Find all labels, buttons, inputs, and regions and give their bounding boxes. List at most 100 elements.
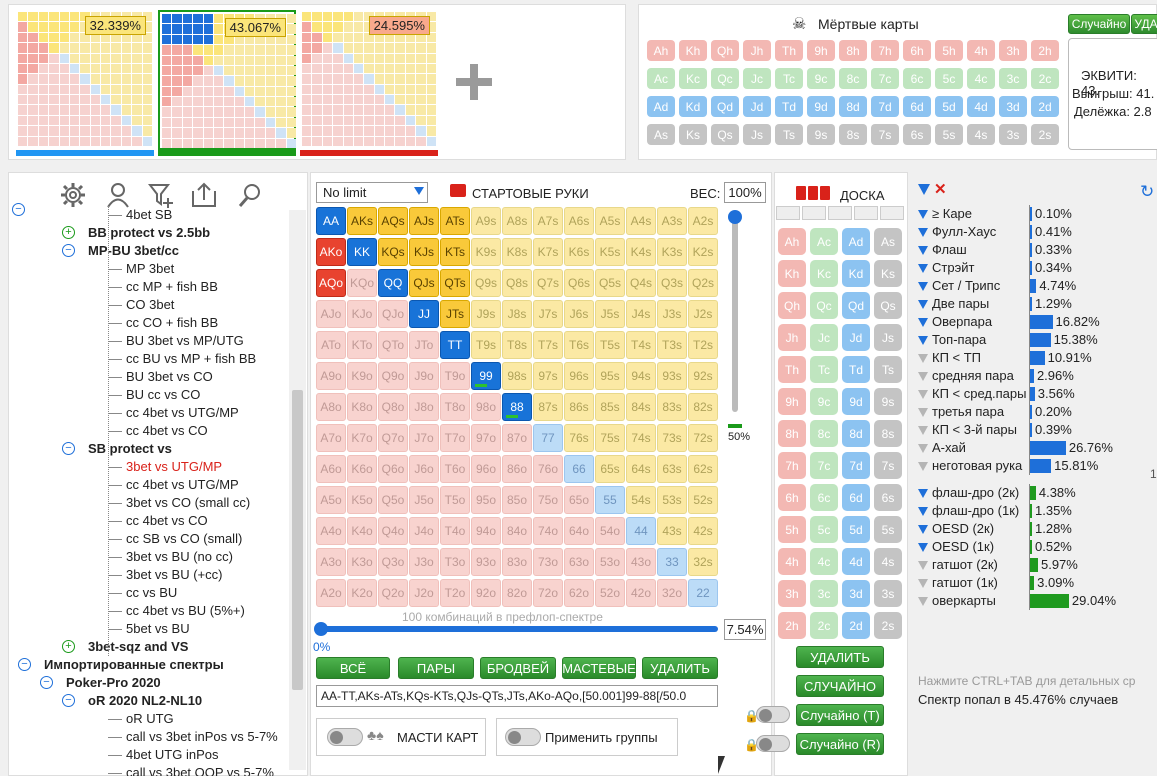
hand-cell[interactable]: 84o <box>502 517 532 545</box>
hand-cell[interactable]: 63o <box>564 548 594 576</box>
hand-cell[interactable]: A2o <box>316 579 346 607</box>
hand-cell[interactable]: QJo <box>378 300 408 328</box>
board-card[interactable]: 8s <box>874 420 902 447</box>
hand-cell[interactable]: K5s <box>595 238 625 266</box>
stat-row[interactable]: Две пары <box>918 295 989 313</box>
dead-card[interactable]: Ks <box>679 124 707 145</box>
hand-cell[interactable]: T6o <box>440 455 470 483</box>
hand-cell[interactable]: J8o <box>409 393 439 421</box>
board-card[interactable]: 3h <box>778 580 806 607</box>
stat-row[interactable]: КП < сред.пары <box>918 385 1026 403</box>
hand-cell[interactable]: Q6o <box>378 455 408 483</box>
board-card[interactable]: Ah <box>778 228 806 255</box>
hand-cell[interactable]: 98o <box>471 393 501 421</box>
pairs-button[interactable]: ПАРЫ <box>398 657 474 679</box>
hand-cell[interactable]: Q8s <box>502 269 532 297</box>
dead-card[interactable]: 8d <box>839 96 867 117</box>
stat-row[interactable]: гатшот (1к) <box>918 574 998 592</box>
hand-cell[interactable]: AA <box>316 207 346 235</box>
range-panel-2[interactable]: 43.067% <box>158 10 296 156</box>
hand-cell[interactable]: 32o <box>657 579 687 607</box>
board-card[interactable]: 2h <box>778 612 806 639</box>
random-r-toggle[interactable] <box>756 735 790 752</box>
hand-cell[interactable]: ATs <box>440 207 470 235</box>
hand-cell[interactable]: A3s <box>657 207 687 235</box>
board-card[interactable]: 8c <box>810 420 838 447</box>
dead-card[interactable]: Td <box>775 96 803 117</box>
board-card[interactable]: 7c <box>810 452 838 479</box>
hand-cell[interactable]: QTo <box>378 331 408 359</box>
filter-icon[interactable] <box>918 426 928 435</box>
hand-cell[interactable]: Q7s <box>533 269 563 297</box>
hand-cell[interactable]: Q2o <box>378 579 408 607</box>
collapse-icon[interactable]: − <box>18 658 31 671</box>
dead-card[interactable]: Qc <box>711 68 739 89</box>
board-card[interactable]: Qc <box>810 292 838 319</box>
hand-cell[interactable]: 66 <box>564 455 594 483</box>
hand-cell[interactable]: A8s <box>502 207 532 235</box>
hand-cell[interactable]: 64o <box>564 517 594 545</box>
dead-card[interactable]: Js <box>743 124 771 145</box>
hand-cell[interactable]: Q6s <box>564 269 594 297</box>
hand-cell[interactable]: 43o <box>626 548 656 576</box>
hand-cell[interactable]: 75o <box>533 486 563 514</box>
stat-row[interactable]: средняя пара <box>918 367 1014 385</box>
hand-cell[interactable]: T2s <box>688 331 718 359</box>
hand-cell[interactable]: ATo <box>316 331 346 359</box>
hand-cell[interactable]: J5o <box>409 486 439 514</box>
filter-icon[interactable] <box>918 444 928 453</box>
stat-row[interactable]: флаш-дро (2к) <box>918 484 1019 502</box>
hand-cell[interactable]: J4s <box>626 300 656 328</box>
range-slider-value[interactable]: 7.54% <box>724 619 766 640</box>
dead-card[interactable]: 2d <box>1031 96 1059 117</box>
dead-card[interactable]: Jc <box>743 68 771 89</box>
board-card[interactable]: 9c <box>810 388 838 415</box>
hand-cell[interactable]: 82s <box>688 393 718 421</box>
hand-cell[interactable]: 97s <box>533 362 563 390</box>
hand-cell[interactable]: KQs <box>378 238 408 266</box>
dead-card[interactable]: 7h <box>871 40 899 61</box>
hand-cell[interactable]: 87o <box>502 424 532 452</box>
stat-row[interactable]: флаш-дро (1к) <box>918 502 1019 520</box>
hand-cell[interactable]: K7s <box>533 238 563 266</box>
dead-card[interactable]: As <box>647 124 675 145</box>
groups-toggle[interactable] <box>505 728 541 746</box>
dead-card[interactable]: 4s <box>967 124 995 145</box>
dead-card[interactable]: Qd <box>711 96 739 117</box>
board-card[interactable]: Kc <box>810 260 838 287</box>
range-text-input[interactable]: AA-TT,AKs-ATs,KQs-KTs,QJs-QTs,JTs,AKo-AQ… <box>316 685 718 707</box>
gear-icon[interactable] <box>60 182 86 208</box>
hand-cell[interactable]: KJo <box>347 300 377 328</box>
hand-cell[interactable]: J6o <box>409 455 439 483</box>
dead-card[interactable]: Kh <box>679 40 707 61</box>
filter-icon[interactable] <box>918 184 930 195</box>
board-card[interactable]: As <box>874 228 902 255</box>
board-card[interactable]: Jc <box>810 324 838 351</box>
delete-dead-button[interactable]: УДА <box>1131 14 1157 34</box>
board-card[interactable]: 3c <box>810 580 838 607</box>
board-card[interactable]: 2c <box>810 612 838 639</box>
board-card[interactable]: Jh <box>778 324 806 351</box>
board-card[interactable]: 8d <box>842 420 870 447</box>
filter-icon[interactable] <box>918 561 928 570</box>
export-icon[interactable] <box>190 182 218 208</box>
random-t-toggle[interactable] <box>756 706 790 723</box>
select-all-button[interactable]: ВСЁ <box>316 657 390 679</box>
hand-cell[interactable]: Q9s <box>471 269 501 297</box>
hand-cell[interactable]: 62s <box>688 455 718 483</box>
filter-icon[interactable] <box>918 390 928 399</box>
hand-cell[interactable]: K6o <box>347 455 377 483</box>
suited-button[interactable]: МАСТЕВЫЕ <box>562 657 636 679</box>
add-range-icon[interactable] <box>456 64 492 100</box>
board-card[interactable]: 2d <box>842 612 870 639</box>
board-card[interactable]: 7d <box>842 452 870 479</box>
filter-icon[interactable] <box>918 543 928 552</box>
dead-card[interactable]: Jd <box>743 96 771 117</box>
hand-cell[interactable]: Q8o <box>378 393 408 421</box>
dead-card[interactable]: 6d <box>903 96 931 117</box>
hand-cell[interactable]: 87s <box>533 393 563 421</box>
dead-card[interactable]: Ad <box>647 96 675 117</box>
board-card[interactable]: 8h <box>778 420 806 447</box>
hand-cell[interactable]: A8o <box>316 393 346 421</box>
hand-cell[interactable]: A6s <box>564 207 594 235</box>
